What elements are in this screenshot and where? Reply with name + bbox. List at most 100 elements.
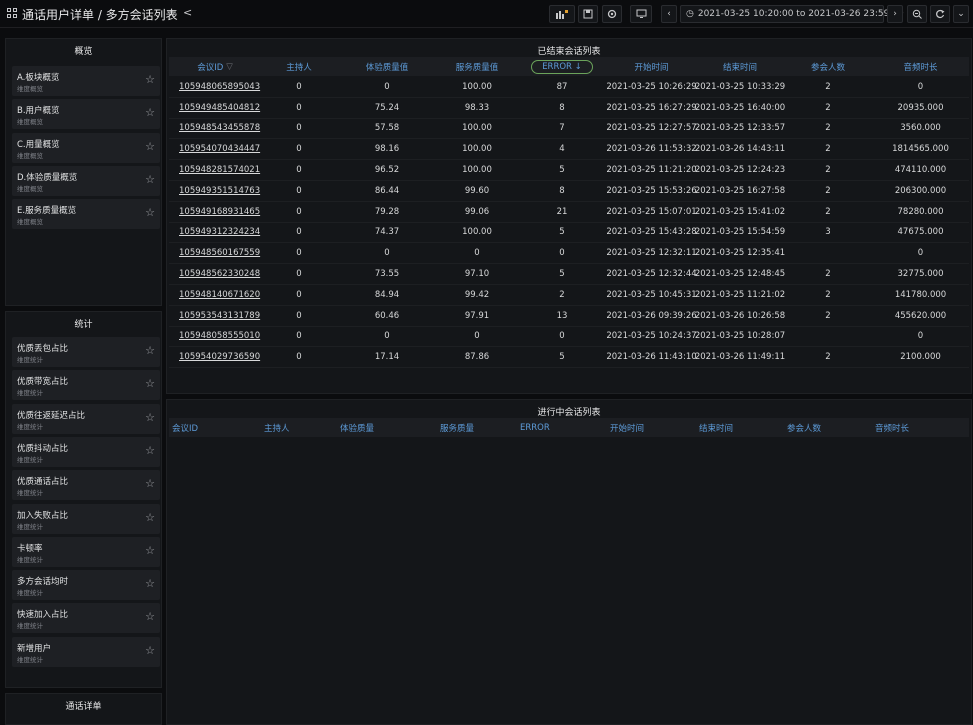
time-range-picker[interactable]: ◷ 2021-03-25 10:20:00 to 2021-03-26 23:5… (680, 5, 917, 23)
table-cell: 0 (296, 185, 302, 196)
table-cell: 0 (296, 81, 302, 92)
dashboard-grid-icon[interactable] (7, 8, 17, 18)
sidebar-item[interactable]: 优质抖动占比 维度统计 ☆ (12, 436, 160, 467)
table-cell: 2021-03-25 15:43:28 (606, 227, 697, 238)
column-header[interactable]: 参会人数 (784, 57, 872, 76)
column-header[interactable]: 结束时间 (696, 57, 784, 76)
star-icon[interactable]: ☆ (145, 610, 155, 623)
sidebar-item[interactable]: 新增用户 维度统计 ☆ (12, 636, 160, 667)
meeting-id-link[interactable]: 105948281574021 (169, 160, 261, 180)
column-header[interactable]: 服务质量值 (437, 57, 517, 76)
meeting-id-link[interactable]: 105954029736590 (169, 347, 261, 367)
settings-button[interactable] (602, 5, 622, 23)
meeting-id-link[interactable]: 105949351514763 (169, 181, 261, 201)
table-cell: 2021-03-25 12:32:11 (606, 248, 697, 259)
table-cell: 5 (559, 352, 565, 363)
star-icon[interactable]: ☆ (145, 644, 155, 657)
meeting-id-link[interactable]: 105948543455878 (169, 119, 261, 139)
time-forward-button[interactable]: › (887, 5, 903, 23)
sidebar-item[interactable]: D.体验质量概览 维度概览 ☆ (12, 165, 160, 196)
table-cell: 0 (559, 331, 565, 342)
column-header[interactable]: 主持人 (261, 57, 337, 76)
table-cell: 1814565.000 (892, 144, 949, 155)
star-icon[interactable]: ☆ (145, 173, 155, 186)
ongoing-table-header: 会议ID 主持人 体验质量 服务质量 ERROR 开始时间 结束时间 参会人数 音频时长 (169, 418, 969, 437)
column-header-label: ERROR (520, 422, 550, 433)
table-cell: 2021-03-25 15:41:02 (694, 206, 786, 217)
meeting-id-link[interactable]: 105948562330248 (169, 264, 261, 284)
star-icon[interactable]: ☆ (145, 544, 155, 557)
table-cell: 0 (384, 331, 390, 342)
meeting-id-link[interactable]: 105949168931465 (169, 202, 261, 222)
sidebar-item-label: A.板块概览 (17, 73, 60, 83)
column-header[interactable]: ERROR ↓ (517, 57, 607, 76)
sidebar-item[interactable]: 多方会话均时 维度统计 ☆ (12, 570, 160, 601)
share-icon[interactable]: < (183, 6, 192, 19)
meeting-id-link[interactable]: 105954070434447 (169, 139, 261, 159)
star-icon[interactable]: ☆ (145, 444, 155, 457)
page-title[interactable]: 通话用户详单 / 多方会话列表 (22, 6, 178, 23)
meeting-id-link[interactable]: 105948058555010 (169, 327, 261, 347)
star-icon[interactable]: ☆ (145, 411, 155, 424)
chevron-left-icon: ‹ (667, 9, 671, 19)
table-cell: 2 (825, 165, 831, 176)
table-cell: 0 (296, 331, 302, 342)
refresh-button[interactable] (930, 5, 950, 23)
time-back-button[interactable]: ‹ (661, 5, 677, 23)
sidebar-item[interactable]: B.用户概览 维度概览 ☆ (12, 99, 160, 130)
star-icon[interactable]: ☆ (145, 577, 155, 590)
sidebar-item[interactable]: 加入失败占比 维度统计 ☆ (12, 503, 160, 534)
meeting-id-link[interactable]: 105948140671620 (169, 285, 261, 305)
star-icon[interactable]: ☆ (145, 511, 155, 524)
column-header[interactable]: 开始时间 (607, 57, 696, 76)
table-cell: 2021-03-26 11:43:10 (606, 352, 697, 363)
star-icon[interactable]: ☆ (145, 106, 155, 119)
column-header[interactable]: 服务质量 (437, 418, 517, 437)
column-header[interactable]: 开始时间 (607, 418, 696, 437)
add-panel-button[interactable] (549, 5, 575, 23)
column-header[interactable]: 会议ID ▽ (169, 57, 261, 76)
star-icon[interactable]: ☆ (145, 206, 155, 219)
star-icon[interactable]: ☆ (145, 377, 155, 390)
save-button[interactable] (578, 5, 598, 23)
meeting-id-link[interactable]: 105948065895043 (169, 77, 261, 97)
meeting-id-link[interactable]: 105949485404812 (169, 98, 261, 118)
sidebar-item[interactable]: E.服务质量概览 维度概览 ☆ (12, 199, 160, 230)
sidebar-item[interactable]: A.板块概览 维度概览 ☆ (12, 66, 160, 96)
sidebar-item[interactable]: 优质往返延迟占比 维度统计 ☆ (12, 403, 160, 434)
sidebar-item[interactable]: 卡顿率 维度统计 ☆ (12, 536, 160, 567)
column-header[interactable]: 主持人 (261, 418, 337, 437)
sidebar-item[interactable]: 优质通话占比 维度统计 ☆ (12, 470, 160, 501)
sidebar-item[interactable]: 优质带宽占比 维度统计 ☆ (12, 370, 160, 401)
chevron-down-icon: ⌄ (957, 9, 965, 19)
star-icon[interactable]: ☆ (145, 477, 155, 490)
sidebar-item-label: 优质抖动占比 (17, 443, 69, 454)
table-cell: 2021-03-25 15:54:59 (694, 227, 786, 238)
column-header[interactable]: 会议ID (169, 418, 261, 437)
column-header[interactable]: 结束时间 (696, 418, 784, 437)
zoom-out-button[interactable] (907, 5, 927, 23)
star-icon[interactable]: ☆ (145, 73, 155, 86)
column-header[interactable]: 体验质量 (337, 418, 437, 437)
star-icon[interactable]: ☆ (145, 344, 155, 357)
save-icon (583, 9, 593, 19)
sidebar-item[interactable]: 优质丢包占比 维度统计 ☆ (12, 337, 160, 367)
star-icon[interactable]: ☆ (166, 6, 177, 20)
sidebar-item[interactable]: C.用量概览 维度概览 ☆ (12, 132, 160, 163)
star-icon[interactable]: ☆ (145, 140, 155, 153)
meeting-id-link[interactable]: 105948560167559 (169, 243, 261, 263)
column-header[interactable]: ERROR (517, 418, 607, 437)
column-header[interactable]: 体验质量值 (337, 57, 437, 76)
sidebar-item-sublabel: 维度统计 (17, 422, 43, 431)
meeting-id-link[interactable]: 105953543131789 (169, 306, 261, 326)
refresh-interval-dropdown[interactable]: ⌄ (953, 5, 969, 23)
meeting-id-link[interactable]: 105949312324234 (169, 223, 261, 243)
filter-icon[interactable]: ▽ (226, 62, 233, 72)
sidebar-item[interactable]: 快速加入占比 维度统计 ☆ (12, 603, 160, 634)
table-cell: 2021-03-25 15:07:01 (606, 206, 697, 217)
sidebar-item-label: E.服务质量概览 (17, 206, 77, 217)
column-header[interactable]: 音频时长 (872, 418, 969, 437)
tv-mode-button[interactable] (630, 5, 652, 23)
column-header[interactable]: 参会人数 (784, 418, 872, 437)
column-header[interactable]: 音频时长 (872, 57, 969, 76)
